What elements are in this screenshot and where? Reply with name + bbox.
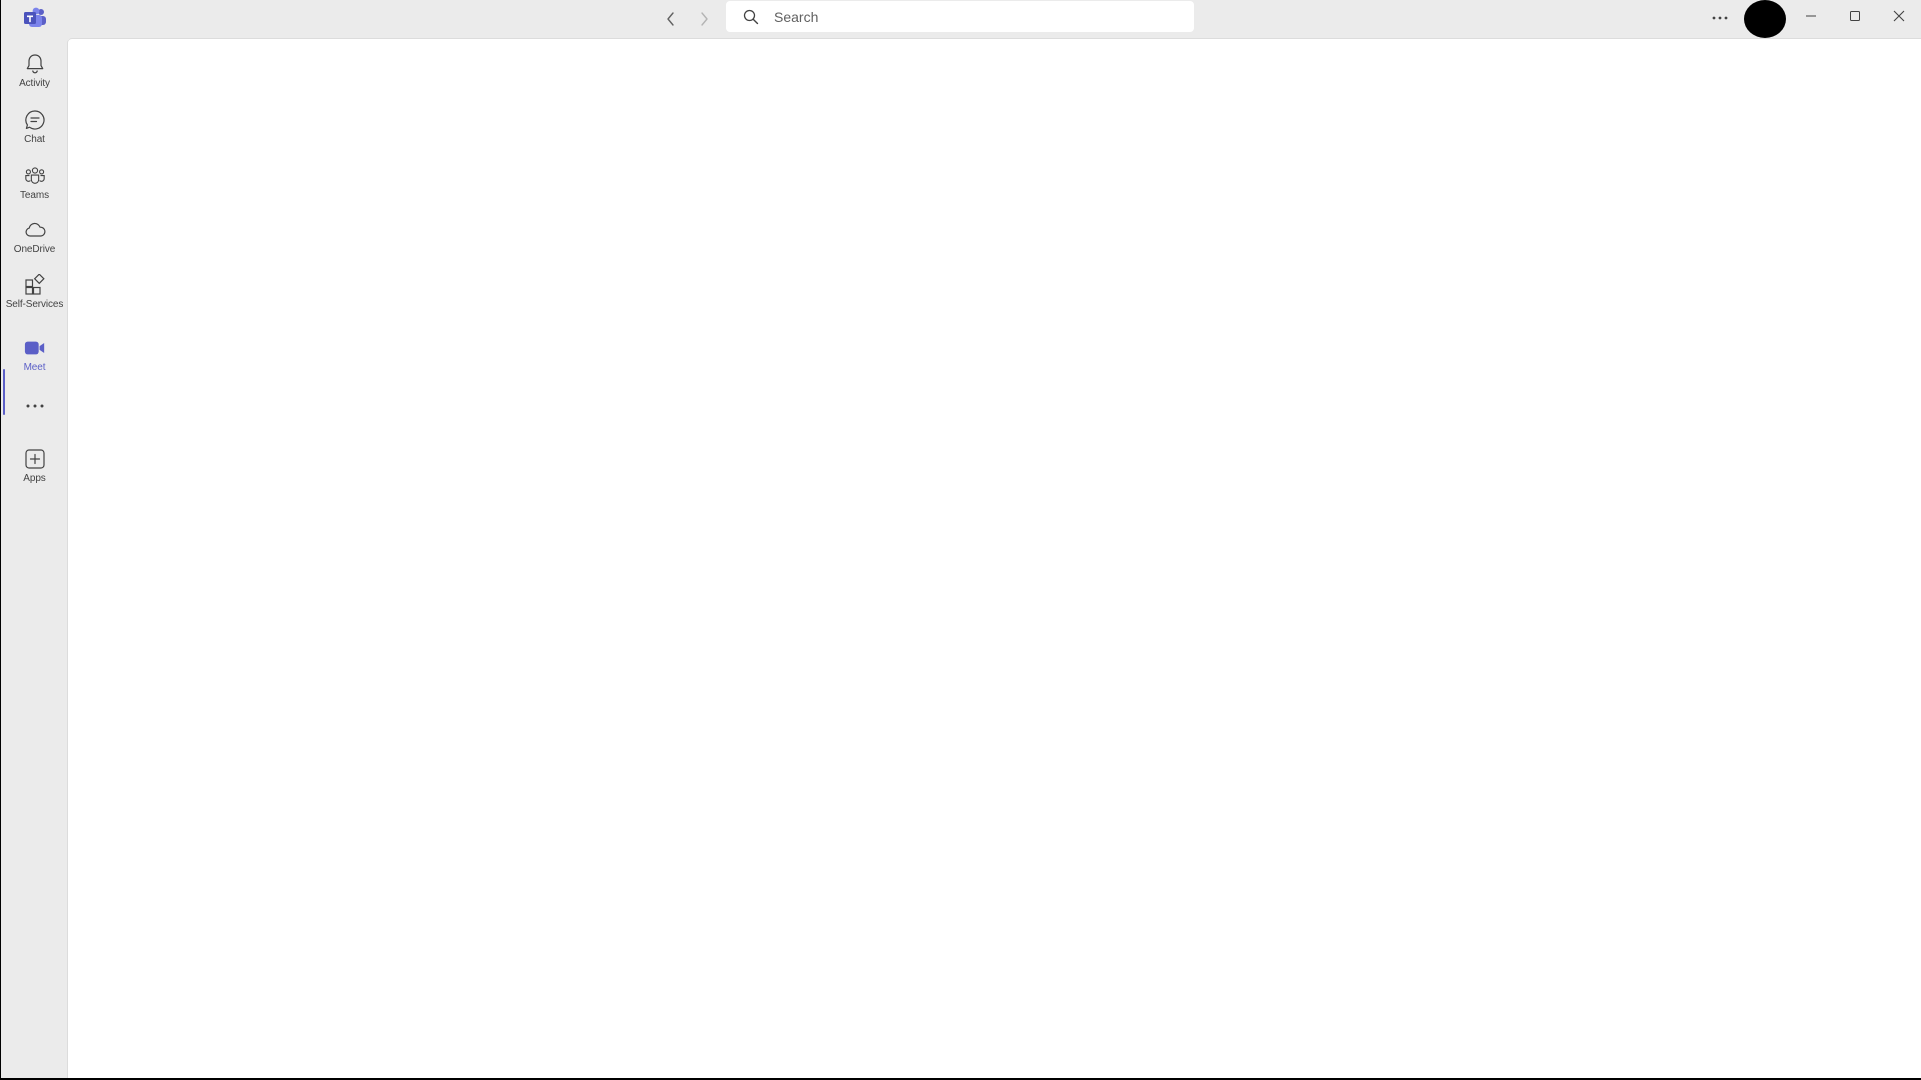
chevron-left-icon xyxy=(667,12,674,26)
rail-item-label: Self-Services xyxy=(5,299,64,310)
rail-item-label: Meet xyxy=(23,362,46,373)
maximize-button[interactable] xyxy=(1833,0,1877,32)
minimize-icon xyxy=(1806,15,1816,17)
bell-icon xyxy=(24,53,46,75)
rail-item-label: Activity xyxy=(19,78,50,89)
window-border xyxy=(0,0,1,1078)
teams-window: Activity Chat xyxy=(0,0,1921,1078)
apps-grid-icon xyxy=(24,274,46,296)
rail-item-apps[interactable]: Apps xyxy=(1,442,68,496)
main-content xyxy=(68,39,1921,1078)
minimize-button[interactable] xyxy=(1789,0,1833,32)
back-button[interactable] xyxy=(656,5,686,33)
search-box[interactable] xyxy=(726,1,1194,32)
rail-item-chat[interactable]: Chat xyxy=(1,103,68,157)
ellipsis-icon xyxy=(1712,16,1728,20)
rail-item-label: OneDrive xyxy=(13,244,56,255)
video-camera-icon xyxy=(24,337,46,359)
rail-item-label: Chat xyxy=(24,134,45,145)
search-input[interactable] xyxy=(772,7,1176,26)
close-button[interactable] xyxy=(1877,0,1921,32)
more-apps-icon xyxy=(24,395,46,417)
rail-item-label: Apps xyxy=(23,473,46,484)
chevron-right-icon xyxy=(701,12,708,26)
teams-logo-icon xyxy=(23,7,47,29)
teams-icon xyxy=(24,165,46,187)
rail-item-teams[interactable]: Teams xyxy=(1,159,68,213)
profile-avatar[interactable] xyxy=(1744,0,1786,38)
rail-item-meet[interactable]: Meet xyxy=(1,331,68,385)
search-icon xyxy=(742,8,760,26)
rail-item-onedrive[interactable]: OneDrive xyxy=(1,213,68,267)
forward-button[interactable] xyxy=(689,5,719,33)
cloud-icon xyxy=(24,219,46,241)
chat-icon xyxy=(24,109,46,131)
maximize-icon xyxy=(1850,11,1860,21)
close-icon xyxy=(1893,10,1905,22)
rail-item-self-services[interactable]: Self-Services xyxy=(1,268,68,322)
more-apps-button[interactable] xyxy=(1,389,68,425)
rail-item-activity[interactable]: Activity xyxy=(1,47,68,101)
rail-item-label: Teams xyxy=(20,190,49,201)
more-options-button[interactable] xyxy=(1704,4,1736,32)
title-bar xyxy=(0,0,1921,39)
add-app-icon xyxy=(24,448,46,470)
app-bar: Activity Chat Teams OneDrive Self-Servic… xyxy=(1,39,68,1078)
